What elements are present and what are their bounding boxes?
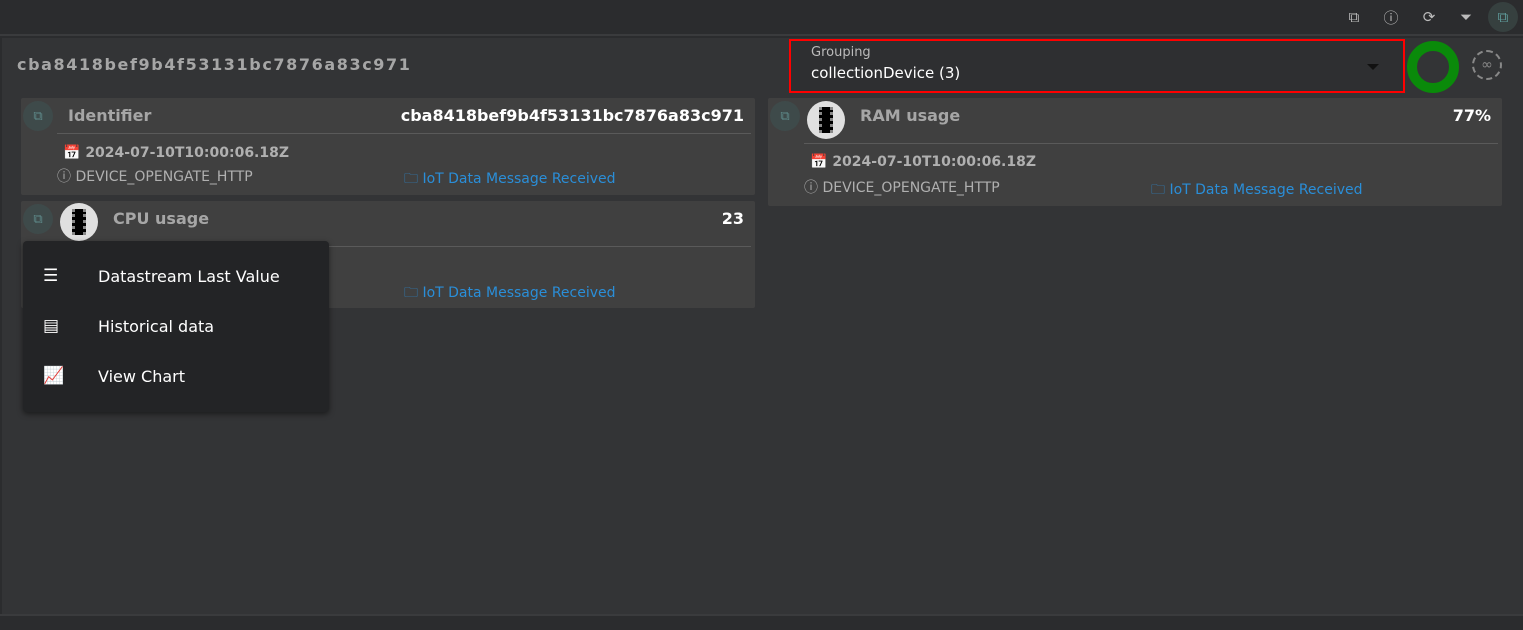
divider — [804, 143, 1498, 144]
card-value: cba8418bef9b4f53131bc7876a83c971 — [400, 106, 744, 125]
card-value: 77% — [1452, 106, 1491, 125]
top-toolbar: ⧉ ⓘ ⟳ ⏷ ⧉ — [0, 0, 1523, 36]
menu-label: Historical data — [98, 316, 215, 336]
card-identifier[interactable]: ⧉ Identifier cba8418bef9b4f53131bc7876a8… — [21, 98, 755, 195]
card-name: RAM usage — [860, 106, 961, 125]
info-icon: ⓘ — [804, 180, 818, 196]
grouping-label: Grouping — [811, 45, 871, 60]
info-icon[interactable]: ⓘ — [1380, 6, 1402, 28]
event-link[interactable]: 🗀 IoT Data Message Received — [404, 282, 616, 306]
menu-label: View Chart — [98, 366, 186, 386]
locate-icon[interactable]: ∞ — [1472, 50, 1502, 80]
context-menu: ☰ Datastream Last Value ▤ Historical data … — [23, 241, 329, 412]
table-icon: ▤ — [43, 316, 60, 336]
card-name: Identifier — [68, 106, 152, 125]
card-value: 23 — [721, 209, 744, 228]
page-title: cba8418bef9b4f53131bc7876a83c971 — [17, 55, 412, 74]
date-text: 2024-07-10T10:00:06.18Z — [832, 154, 1037, 170]
status-ring — [1407, 41, 1459, 93]
card-source: ⓘ DEVICE_OPENGATE_HTTP — [804, 177, 1000, 197]
event-link[interactable]: 🗀 IoT Data Message Received — [404, 168, 616, 192]
card-source: ⓘ DEVICE_OPENGATE_HTTP — [57, 166, 253, 186]
chip-icon — [807, 101, 845, 139]
copy-icon[interactable]: ⧉ — [23, 204, 53, 234]
folder-icon: 🗀 — [1151, 182, 1165, 198]
card-date: 📅 2024-07-10T10:00:06.18Z — [63, 145, 289, 161]
bottom-bar — [0, 614, 1523, 630]
event-link[interactable]: 🗀 IoT Data Message Received — [1151, 179, 1363, 203]
grouping-value: collectionDevice (3) — [811, 64, 961, 82]
menu-item-view-chart[interactable]: 📈 View Chart — [23, 354, 329, 398]
calendar-icon: 📅 — [63, 145, 81, 161]
folder-icon: 🗀 — [404, 285, 418, 301]
folder-icon: 🗀 — [404, 171, 418, 187]
event-text: IoT Data Message Received — [422, 285, 616, 301]
card-date: 📅 2024-07-10T10:00:06.18Z — [810, 154, 1036, 170]
grouping-select[interactable]: Grouping collectionDevice (3) — [789, 39, 1405, 93]
calendar-icon: 📅 — [810, 154, 828, 170]
info-icon: ⓘ — [57, 169, 71, 185]
divider — [57, 133, 751, 134]
source-text: DEVICE_OPENGATE_HTTP — [75, 169, 253, 185]
menu-item-datastream-last-value[interactable]: ☰ Datastream Last Value — [23, 254, 329, 298]
export-icon[interactable]: ⧉ — [1343, 6, 1365, 28]
card-name: CPU usage — [113, 209, 210, 228]
chip-icon — [60, 203, 98, 241]
menu-label: Datastream Last Value — [98, 266, 280, 286]
event-text: IoT Data Message Received — [422, 171, 616, 187]
event-text: IoT Data Message Received — [1169, 182, 1363, 198]
copy-icon[interactable]: ⧉ — [770, 101, 800, 131]
select-icon[interactable]: ⧉ — [1488, 2, 1518, 32]
menu-item-historical-data[interactable]: ▤ Historical data — [23, 304, 329, 348]
last-value-icon: ☰ — [43, 266, 59, 286]
chevron-down-icon — [1367, 64, 1379, 70]
date-text: 2024-07-10T10:00:06.18Z — [85, 145, 290, 161]
source-text: DEVICE_OPENGATE_HTTP — [822, 180, 1000, 196]
filter-icon[interactable]: ⏷ — [1455, 6, 1477, 28]
card-ram[interactable]: ⧉ RAM usage 77% 📅 2024-07-10T10:00:06.18… — [768, 98, 1502, 206]
chart-icon: 📈 — [43, 366, 65, 386]
copy-icon[interactable]: ⧉ — [23, 101, 53, 131]
refresh-icon[interactable]: ⟳ — [1418, 6, 1440, 28]
